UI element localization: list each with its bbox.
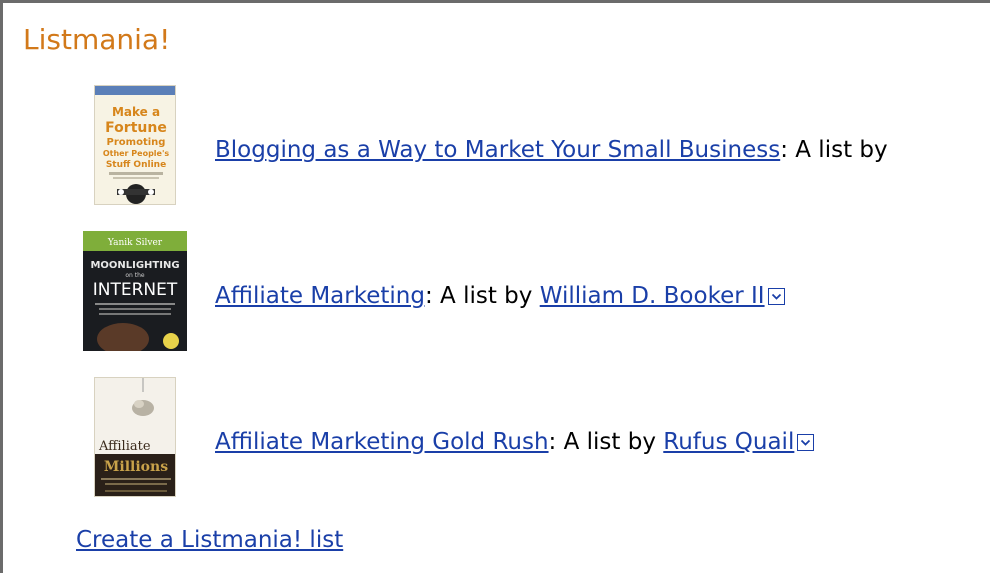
- chevron-down-box-icon[interactable]: [797, 434, 815, 451]
- list-by-text: : A list by: [780, 137, 888, 163]
- list-author-link[interactable]: Rufus Quail: [663, 429, 794, 455]
- cover-1-line-5: Stuff Online: [106, 160, 166, 170]
- cover-2-line-4: INTERNET: [93, 280, 178, 300]
- list-author-link[interactable]: William D. Booker II: [540, 283, 765, 309]
- listmania-panel: Listmania! Make a Fortune Promoting Othe…: [0, 0, 990, 573]
- book-cover-2-art: Yanik Silver MOONLIGHTING on the INTERNE…: [83, 231, 187, 351]
- list-item: Yanik Silver MOONLIGHTING on the INTERNE…: [3, 229, 990, 359]
- cover-2-line-1: Yanik Silver: [107, 238, 163, 248]
- list-line: Blogging as a Way to Market Your Small B…: [215, 137, 888, 163]
- list-title-link[interactable]: Affiliate Marketing Gold Rush: [215, 429, 549, 455]
- cover-3-line-2: Millions: [104, 459, 168, 475]
- cover-3-line-1: Affiliate: [98, 439, 151, 454]
- list-line: Affiliate Marketing: A list by William D…: [215, 283, 785, 309]
- list-item: Make a Fortune Promoting Other People's …: [3, 83, 990, 213]
- list-by-text: : A list by: [424, 283, 533, 309]
- cover-1-line-3: Promoting: [107, 137, 166, 148]
- cover-2-line-2: MOONLIGHTING: [90, 260, 179, 271]
- list-by-text: : A list by: [548, 429, 656, 455]
- cover-1-line-1: Make a: [112, 105, 160, 119]
- cover-2-line-3: on the: [125, 272, 145, 279]
- listmania-heading: Listmania!: [23, 23, 171, 56]
- create-listmania-link[interactable]: Create a Listmania! list: [76, 527, 343, 553]
- book-cover-image[interactable]: Make a Fortune Promoting Other People's …: [94, 85, 176, 205]
- cover-1-line-2: Fortune: [105, 120, 167, 136]
- book-cover-image[interactable]: Yanik Silver MOONLIGHTING on the INTERNE…: [83, 231, 187, 351]
- list-line: Affiliate Marketing Gold Rush: A list by…: [215, 429, 815, 455]
- cover-1-line-4: Other People's: [103, 149, 170, 158]
- chevron-down-box-icon[interactable]: [767, 288, 785, 305]
- list-item: Affiliate Millions Affiliate Marketing G…: [3, 375, 990, 505]
- book-cover-image[interactable]: Affiliate Millions: [94, 377, 176, 497]
- book-cover-3-art: Affiliate Millions: [95, 378, 175, 496]
- list-title-link[interactable]: Blogging as a Way to Market Your Small B…: [215, 137, 780, 163]
- list-title-link[interactable]: Affiliate Marketing: [215, 283, 425, 309]
- book-cover-1-art: Make a Fortune Promoting Other People's …: [95, 86, 175, 204]
